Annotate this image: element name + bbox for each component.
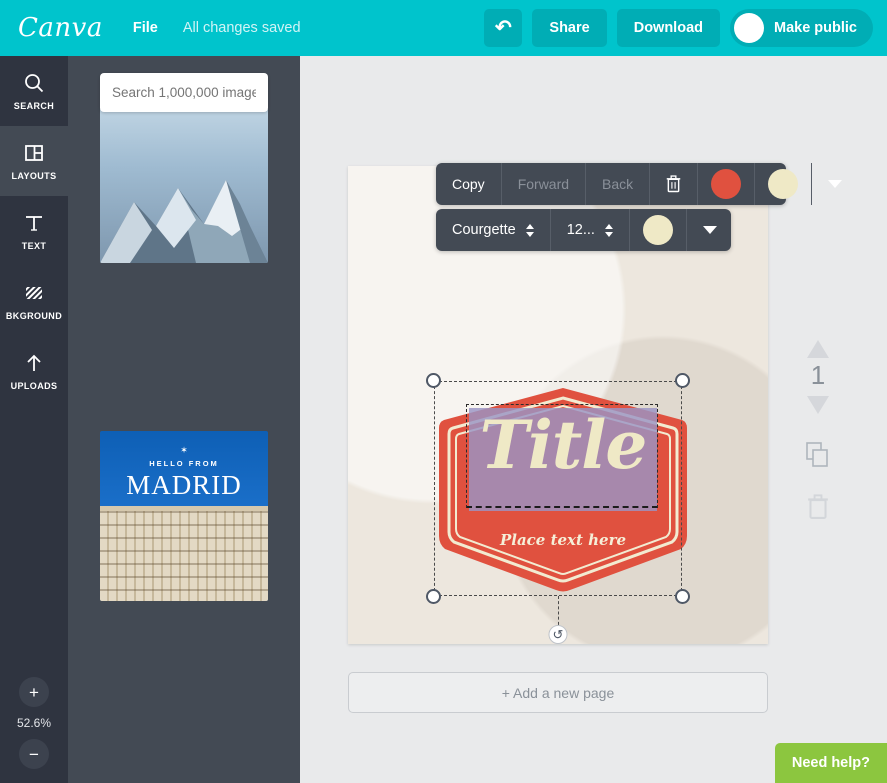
sidebar-label-layouts: LAYOUTS (11, 171, 57, 181)
madrid-eyebrow: HELLO FROM (149, 459, 219, 468)
font-family-value: Courgette (452, 222, 516, 238)
zoom-level-value: 52.6% (16, 716, 52, 730)
text-box-outline (466, 404, 658, 508)
sidebar-item-layouts[interactable]: LAYOUTS (0, 118, 68, 204)
sidebar-item-search[interactable]: SEARCH (0, 56, 68, 126)
sidebar-item-text[interactable]: TEXT (0, 196, 68, 266)
search-input[interactable] (100, 73, 268, 112)
resize-handle-bottom-left[interactable] (426, 589, 441, 604)
canva-logo[interactable]: Canva (18, 13, 103, 43)
template-thumbnail-madrid[interactable]: ✶ HELLO FROM MADRID (100, 431, 268, 601)
element-toolbar-row-text: Courgette 12... (436, 209, 731, 251)
add-new-page-button[interactable]: + Add a new page (348, 672, 768, 713)
font-size-value: 12... (566, 222, 595, 238)
text-color-swatch[interactable] (642, 215, 673, 245)
save-status: All changes saved (182, 20, 301, 36)
font-family-spinner-icon (525, 223, 534, 237)
trash-icon[interactable] (806, 494, 830, 520)
upload-icon (27, 354, 41, 371)
text-more-options-button[interactable] (687, 209, 733, 251)
fill-color-swatch-wrap (698, 163, 756, 205)
chevron-down-icon (828, 180, 843, 188)
arrow-up-icon[interactable] (805, 338, 831, 360)
delete-element-button[interactable] (650, 163, 699, 205)
sidebar-label-bkground: TEXT (21, 241, 47, 251)
canva-editor: Canva File All changes saved ↷ Share Dow… (0, 0, 887, 783)
copy-button[interactable]: Copy (436, 163, 502, 205)
toggle-knob (734, 13, 764, 43)
accent-color-swatch-wrap (755, 163, 813, 205)
text-color-swatch-wrap (630, 209, 687, 251)
duplicate-page-icon[interactable] (806, 442, 830, 468)
make-public-label: Make public (774, 20, 857, 36)
sidebar-label-background: BKGROUND (5, 311, 63, 321)
top-bar-actions: ↷ Share Download Make public (484, 9, 873, 47)
star-icon: ✶ (180, 445, 188, 455)
madrid-text-block: ✶ HELLO FROM MADRID (100, 445, 268, 501)
back-button[interactable]: Back (586, 163, 651, 205)
undo-arrow-icon: ↷ (495, 17, 512, 39)
template-thumbnail-list: ✶ HELLO FROM MADRID “She turned to the s… (68, 56, 300, 759)
zoom-controls: + 52.6% − (0, 677, 68, 769)
sidebar-item-background[interactable]: BKGROUND (0, 266, 68, 336)
font-family-picker[interactable]: Courgette (436, 209, 551, 251)
sidebar-label-uploads: UPLOADS (10, 381, 58, 391)
more-colors-button[interactable] (812, 163, 858, 205)
file-menu[interactable]: File (133, 20, 158, 36)
accent-color-swatch[interactable] (768, 169, 799, 199)
sidebar-label-search: SEARCH (13, 101, 55, 111)
need-help-button[interactable]: Need help? (774, 743, 887, 783)
layouts-icon (25, 145, 43, 161)
mountain-illustration (100, 180, 268, 263)
element-toolbar-row-actions: Copy Forward Back (436, 163, 843, 205)
page-tools: 1 (798, 338, 838, 520)
chevron-down-icon (702, 226, 717, 234)
palace-window-rows (100, 510, 268, 601)
resize-handle-bottom-right[interactable] (675, 589, 690, 604)
undo-button[interactable]: ↷ (484, 9, 523, 47)
fill-color-swatch[interactable] (711, 169, 742, 199)
font-size-picker[interactable]: 12... (551, 209, 630, 251)
page-number: 1 (810, 360, 826, 390)
resize-handle-top-left[interactable] (426, 373, 441, 388)
share-button[interactable]: Share (532, 9, 607, 47)
madrid-title: MADRID (126, 470, 242, 500)
sidebar-item-uploads[interactable]: UPLOADS (0, 336, 68, 406)
rotate-handle-icon[interactable]: ↺ (548, 625, 568, 644)
arrow-down-icon[interactable] (805, 394, 831, 416)
zoom-in-button[interactable]: + (19, 677, 49, 707)
make-public-toggle[interactable]: Make public (730, 9, 873, 47)
text-icon (26, 216, 42, 231)
top-bar: Canva File All changes saved ↷ Share Dow… (0, 0, 887, 56)
search-icon (25, 74, 44, 93)
font-size-spinner-icon (604, 223, 613, 237)
zoom-out-button[interactable]: − (19, 739, 49, 769)
template-panel: ✶ HELLO FROM MADRID “She turned to the s… (68, 56, 300, 783)
resize-handle-top-right[interactable] (675, 373, 690, 388)
palace-illustration (100, 505, 268, 601)
download-button[interactable]: Download (616, 9, 720, 47)
workspace: Title Place text here ↺ Copy Forward Bac… (300, 56, 887, 783)
forward-button[interactable]: Forward (502, 163, 587, 205)
background-icon (26, 287, 42, 299)
trash-icon (666, 175, 681, 193)
left-rail: SEARCH LAYOUTS TEXT BKGROUND UPLOADS + 5… (0, 56, 68, 783)
element-toolbar: Copy Forward Back Courgette 12... (436, 163, 843, 251)
template-thumbnail-mountains[interactable] (100, 108, 268, 263)
